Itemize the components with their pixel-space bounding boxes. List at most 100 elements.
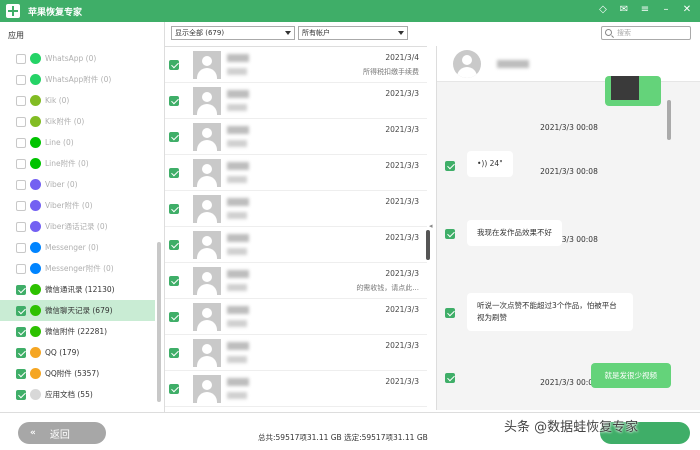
collapse-arrow-icon[interactable]: ◂ <box>429 222 433 230</box>
avatar <box>193 51 221 79</box>
sidebar-item-label: Viber通话记录 (0) <box>45 222 108 231</box>
sidebar-item[interactable]: Messenger附件 (0) <box>0 258 155 279</box>
sidebar-item-checkbox[interactable] <box>16 137 26 148</box>
sidebar-item-checkbox[interactable] <box>16 368 26 379</box>
contact-name-blurred <box>227 234 249 242</box>
contact-name-blurred <box>227 162 249 170</box>
sidebar-item[interactable]: Viber (0) <box>0 174 155 195</box>
conversation-date: 2021/3/3 <box>385 89 419 98</box>
sidebar-item-checkbox[interactable] <box>16 389 26 400</box>
sidebar-item-checkbox[interactable] <box>16 242 26 253</box>
accounts-dropdown[interactable]: 所有帐户 <box>298 26 408 40</box>
outgoing-message[interactable]: 就是发很少视频 <box>590 363 671 388</box>
sidebar-item-label: Messenger附件 (0) <box>45 264 114 273</box>
incoming-message[interactable]: •)) 24" <box>467 151 513 177</box>
sidebar-item[interactable]: Kik (0) <box>0 90 155 111</box>
conversation-row[interactable]: 2021/3/3 <box>165 155 427 191</box>
show-all-dropdown-label: 显示全部 (679) <box>175 29 225 37</box>
sidebar-item[interactable]: 微信附件 (22281) <box>0 321 155 342</box>
sidebar-item-checkbox[interactable] <box>16 179 26 190</box>
sidebar-item-checkbox[interactable] <box>16 221 26 232</box>
conversation-row[interactable]: 2021/3/3 <box>165 335 427 371</box>
avatar <box>193 159 221 187</box>
feedback-icon[interactable]: ✉ <box>617 3 631 17</box>
conversation-row[interactable]: 2021/3/3 <box>165 371 427 407</box>
sidebar-item-checkbox[interactable] <box>16 347 26 358</box>
sidebar-item-checkbox[interactable] <box>16 326 26 337</box>
minimize-icon[interactable]: – <box>659 3 673 17</box>
conversation-snippet: 所得税扣缴手续费 <box>363 68 419 76</box>
sidebar-item-label: 微信聊天记录 (679) <box>45 306 113 315</box>
conversation-row[interactable]: 2021/3/3 <box>165 191 427 227</box>
sidebar-item[interactable]: Kik附件 (0) <box>0 111 155 132</box>
conversation-list-scrollbar[interactable] <box>426 230 430 260</box>
chevron-down-icon <box>398 31 404 35</box>
search-placeholder: 搜索 <box>617 29 631 37</box>
sidebar-scrollbar[interactable] <box>157 242 161 402</box>
conversation-checkbox[interactable] <box>169 348 179 358</box>
image-message[interactable] <box>605 76 661 106</box>
messenger-icon <box>30 263 41 274</box>
sidebar-item[interactable]: Line附件 (0) <box>0 153 155 174</box>
conversation-row[interactable]: 2021/3/3 <box>165 119 427 155</box>
back-button[interactable]: « 返回 <box>18 422 106 444</box>
conversation-checkbox[interactable] <box>169 96 179 106</box>
conversation-row[interactable]: 2021/3/3 <box>165 299 427 335</box>
diamond-icon[interactable]: ◇ <box>596 3 610 17</box>
sidebar-item-label: Kik附件 (0) <box>45 117 85 126</box>
sidebar-item[interactable]: 微信聊天记录 (679) <box>0 300 155 321</box>
sidebar-item-checkbox[interactable] <box>16 158 26 169</box>
conversation-row[interactable]: 2021/3/3 <box>165 227 427 263</box>
app-logo-icon <box>6 4 20 18</box>
category-list: WhatsApp (0) WhatsApp附件 (0) Kik (0) Kik附件 (… <box>0 48 155 405</box>
sidebar-item-checkbox[interactable] <box>16 284 26 295</box>
conversation-checkbox[interactable] <box>169 204 179 214</box>
sidebar-item[interactable]: Messenger (0) <box>0 237 155 258</box>
sidebar-item[interactable]: QQ附件 (5357) <box>0 363 155 384</box>
conversation-row[interactable]: 2021/3/4 所得税扣缴手续费 <box>165 47 427 83</box>
message-checkbox[interactable] <box>445 308 455 318</box>
message-checkbox[interactable] <box>445 229 455 239</box>
sidebar-item-checkbox[interactable] <box>16 305 26 316</box>
avatar <box>193 303 221 331</box>
sidebar-item-checkbox[interactable] <box>16 95 26 106</box>
sidebar-item-checkbox[interactable] <box>16 263 26 274</box>
menu-icon[interactable]: ≡ <box>638 3 652 17</box>
incoming-message[interactable]: 我现在发作品效果不好 <box>467 220 562 246</box>
sidebar-item-label: Messenger (0) <box>45 243 99 252</box>
sidebar-item[interactable]: 微信通讯录 (12130) <box>0 279 155 300</box>
message-preview-blurred <box>227 68 247 75</box>
conversation-checkbox[interactable] <box>169 276 179 286</box>
search-input[interactable]: 搜索 <box>601 26 691 40</box>
sidebar-item-label: QQ附件 (5357) <box>45 369 100 378</box>
sidebar-item[interactable]: Line (0) <box>0 132 155 153</box>
show-all-dropdown[interactable]: 显示全部 (679) <box>171 26 295 40</box>
sidebar-item-checkbox[interactable] <box>16 74 26 85</box>
chat-scrollbar[interactable] <box>667 100 671 140</box>
conversation-checkbox[interactable] <box>169 240 179 250</box>
sidebar-item[interactable]: 应用文档 (55) <box>0 384 155 405</box>
sidebar-item[interactable]: QQ (179) <box>0 342 155 363</box>
conversation-row[interactable]: 2021/3/3 的需收钱，请点此... <box>165 263 427 299</box>
sidebar-item-checkbox[interactable] <box>16 200 26 211</box>
selection-summary: 总共:59517项31.11 GB 选定:59517项31.11 GB <box>258 433 428 442</box>
message-checkbox[interactable] <box>445 161 455 171</box>
conversation-checkbox[interactable] <box>169 132 179 142</box>
sidebar-item-checkbox[interactable] <box>16 116 26 127</box>
sidebar-item-label: Viber附件 (0) <box>45 201 93 210</box>
sidebar-item-checkbox[interactable] <box>16 53 26 64</box>
conversation-date: 2021/3/3 <box>385 341 419 350</box>
close-icon[interactable]: ✕ <box>680 3 694 17</box>
app-title: 苹果恢复专家 <box>28 7 83 18</box>
conversation-checkbox[interactable] <box>169 60 179 70</box>
conversation-row[interactable]: 2021/3/3 <box>165 83 427 119</box>
sidebar-item[interactable]: Viber附件 (0) <box>0 195 155 216</box>
incoming-message[interactable]: 听说一次点赞不能超过3个作品，怕被平台视为刷赞 <box>467 293 633 331</box>
sidebar-item[interactable]: WhatsApp (0) <box>0 48 155 69</box>
conversation-checkbox[interactable] <box>169 168 179 178</box>
message-checkbox[interactable] <box>445 373 455 383</box>
sidebar-item[interactable]: WhatsApp附件 (0) <box>0 69 155 90</box>
sidebar-item[interactable]: Viber通话记录 (0) <box>0 216 155 237</box>
conversation-checkbox[interactable] <box>169 312 179 322</box>
conversation-checkbox[interactable] <box>169 384 179 394</box>
